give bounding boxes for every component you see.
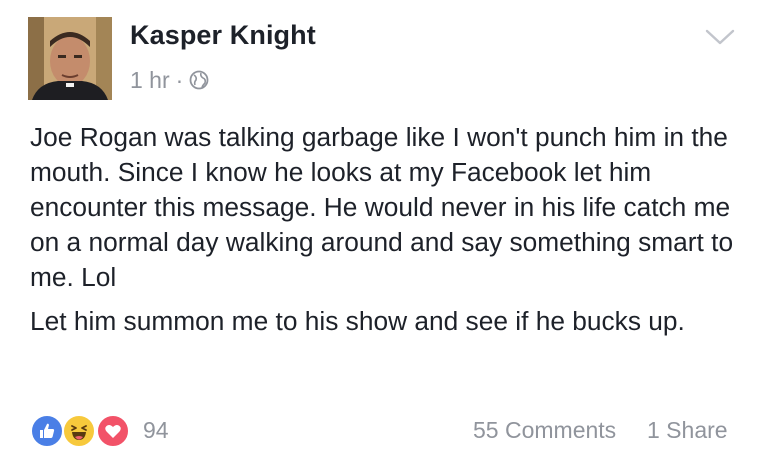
author-name[interactable]: Kasper Knight <box>130 20 316 51</box>
meta-separator: · <box>175 66 184 93</box>
profile-photo <box>28 17 112 100</box>
shares-link[interactable]: 1 Share <box>647 417 728 444</box>
facebook-post: Kasper Knight 1 hr · Joe Rogan was talki… <box>0 0 763 455</box>
love-icon <box>96 414 130 448</box>
haha-icon <box>62 414 96 448</box>
post-time[interactable]: 1 hr <box>130 67 170 94</box>
post-paragraph: Let him summon me to his show and see if… <box>30 306 685 336</box>
post-footer: 94 55 Comments 1 Share <box>30 412 735 448</box>
reactions-summary[interactable] <box>30 412 140 448</box>
like-icon <box>30 414 64 448</box>
post-body: Joe Rogan was talking garbage like I won… <box>30 120 745 339</box>
reaction-count[interactable]: 94 <box>143 417 169 444</box>
avatar[interactable] <box>28 17 112 100</box>
post-meta: 1 hr · <box>130 65 209 95</box>
globe-icon <box>189 70 209 90</box>
comments-link[interactable]: 55 Comments <box>473 417 616 444</box>
chevron-down-icon[interactable] <box>703 25 737 49</box>
post-paragraph: Joe Rogan was talking garbage like I won… <box>30 122 734 292</box>
